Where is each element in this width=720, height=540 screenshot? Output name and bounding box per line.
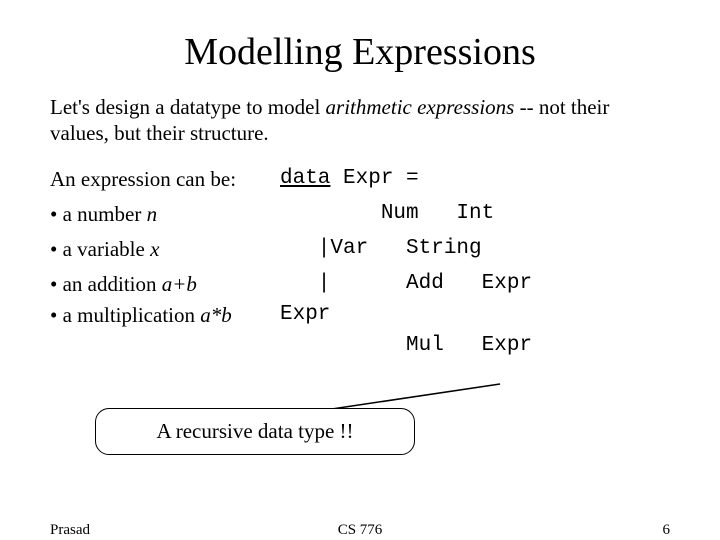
- footer-page-number: 6: [663, 522, 671, 539]
- bullet-number-var: n: [147, 202, 158, 226]
- intro-paragraph: Let's design a datatype to model arithme…: [50, 94, 670, 147]
- lead-text: An expression can be:: [50, 167, 280, 192]
- bullet-number: • a number n: [50, 202, 280, 227]
- code-line-var: |Var String: [280, 237, 670, 260]
- code-line-expr-cont: Expr: [280, 303, 670, 326]
- bullet-multiplication-var: a*b: [200, 303, 232, 327]
- bullet-multiplication-text: a multiplication: [63, 303, 201, 327]
- slide-title: Modelling Expressions: [50, 30, 670, 74]
- bullet-variable-var: x: [150, 237, 159, 261]
- bullet-addition-text: an addition: [63, 272, 162, 296]
- footer-course: CS 776: [0, 522, 720, 539]
- intro-pre: Let's design a datatype to model: [50, 95, 326, 119]
- code-line-mul: Mul Expr: [280, 334, 670, 357]
- bullet-addition: • an addition a+b: [50, 272, 280, 297]
- code-line-num: Num Int: [280, 202, 670, 225]
- code-keyword-data: data: [280, 167, 330, 190]
- bullet-addition-var: a+b: [162, 272, 197, 296]
- code-line-add: | Add Expr: [280, 272, 670, 295]
- bullet-multiplication: • a multiplication a*b: [50, 303, 280, 328]
- code-head-rest: Expr =: [330, 167, 418, 190]
- intro-emphasis: arithmetic expressions: [326, 95, 515, 119]
- bullet-variable: • a variable x: [50, 237, 280, 262]
- bullet-number-text: a number: [63, 202, 147, 226]
- callout-box: A recursive data type !!: [95, 408, 415, 455]
- bullet-variable-text: a variable: [63, 237, 150, 261]
